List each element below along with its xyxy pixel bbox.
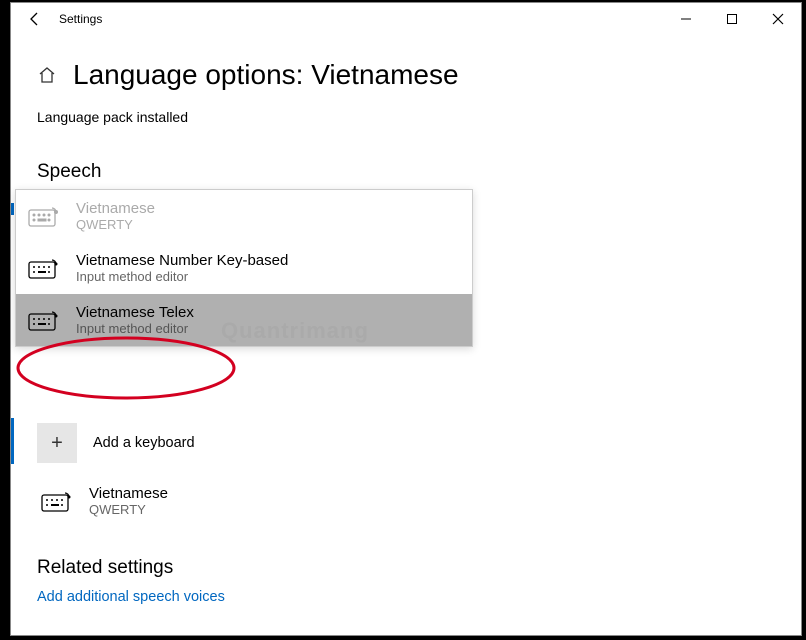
keyboard-flyout: Vietnamese QWERTY Vietnamese Number Key-… [15,189,473,347]
keyboard-icon [28,256,60,280]
settings-window: Settings Language options: Vietnamese La… [10,2,802,636]
home-icon[interactable] [37,65,57,85]
flyout-item-texts: Vietnamese Telex Input method editor [76,304,194,336]
window-controls [663,3,801,35]
installed-keyboard-texts: Vietnamese QWERTY [89,485,168,517]
flyout-item-sublabel: Input method editor [76,321,194,336]
plus-icon: + [37,423,77,463]
flyout-item-label: Vietnamese [76,200,155,217]
maximize-button[interactable] [709,3,755,35]
page-header: Language options: Vietnamese [37,59,801,91]
back-button[interactable] [11,3,59,35]
installed-keyboard-sublabel: QWERTY [89,502,168,517]
keyboard-icon [41,489,73,513]
window-title: Settings [59,12,102,26]
keyboard-icon [28,204,60,228]
flyout-item-vietnamese-qwerty: Vietnamese QWERTY [16,190,472,242]
speech-heading: Speech [37,161,801,183]
page-title: Language options: Vietnamese [73,59,459,91]
titlebar: Settings [11,3,801,35]
close-button[interactable] [755,3,801,35]
flyout-item-sublabel: Input method editor [76,269,288,284]
installed-keyboard-item[interactable]: Vietnamese QWERTY [41,485,801,517]
add-keyboard-label: Add a keyboard [93,435,195,451]
flyout-item-vietnamese-telex[interactable]: Vietnamese Telex Input method editor [16,294,472,346]
language-pack-status: Language pack installed [37,109,801,125]
add-keyboard-button[interactable]: + Add a keyboard [37,423,801,463]
installed-keyboard-label: Vietnamese [89,485,168,502]
keyboard-icon [28,308,60,332]
add-voices-link[interactable]: Add additional speech voices [37,589,801,605]
flyout-item-texts: Vietnamese Number Key-based Input method… [76,252,288,284]
flyout-item-vietnamese-number-key[interactable]: Vietnamese Number Key-based Input method… [16,242,472,294]
flyout-item-sublabel: QWERTY [76,217,155,232]
related-settings-heading: Related settings [37,557,801,579]
minimize-button[interactable] [663,3,709,35]
flyout-item-label: Vietnamese Number Key-based [76,252,288,269]
flyout-item-texts: Vietnamese QWERTY [76,200,155,232]
flyout-item-label: Vietnamese Telex [76,304,194,321]
